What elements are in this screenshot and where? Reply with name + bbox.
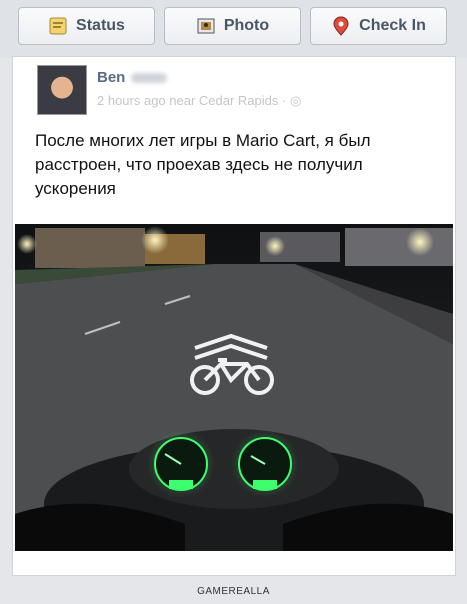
composer-bar: Status Photo Check In xyxy=(0,0,467,58)
photo-icon xyxy=(197,18,215,34)
location-pin-icon xyxy=(333,16,349,36)
author-surname-blurred xyxy=(131,73,168,84)
privacy-icon: · ◎ xyxy=(282,93,302,108)
post-author[interactable]: Ben xyxy=(97,69,168,86)
status-tab[interactable]: Status xyxy=(18,7,155,45)
post-meta: 2 hours ago near Cedar Rapids · ◎ xyxy=(97,93,301,109)
post-photo[interactable] xyxy=(15,224,453,551)
avatar[interactable] xyxy=(37,65,87,115)
photo-tab-label: Photo xyxy=(223,17,270,34)
post-card: Ben 2 hours ago near Cedar Rapids · ◎ По… xyxy=(12,56,456,576)
check-in-tab-label: Check In xyxy=(359,17,426,34)
author-name[interactable]: Ben xyxy=(97,69,125,86)
status-icon xyxy=(49,17,67,35)
status-tab-label: Status xyxy=(76,17,125,34)
night-road-image xyxy=(15,224,453,551)
check-in-tab[interactable]: Check In xyxy=(310,7,447,45)
photo-tab[interactable]: Photo xyxy=(164,7,301,45)
post-text: После многих лет игры в Mario Cart, я бы… xyxy=(35,131,371,198)
post-time: 2 hours ago near Cedar Rapids xyxy=(97,93,279,108)
watermark: GAMEREALLA xyxy=(197,586,270,597)
